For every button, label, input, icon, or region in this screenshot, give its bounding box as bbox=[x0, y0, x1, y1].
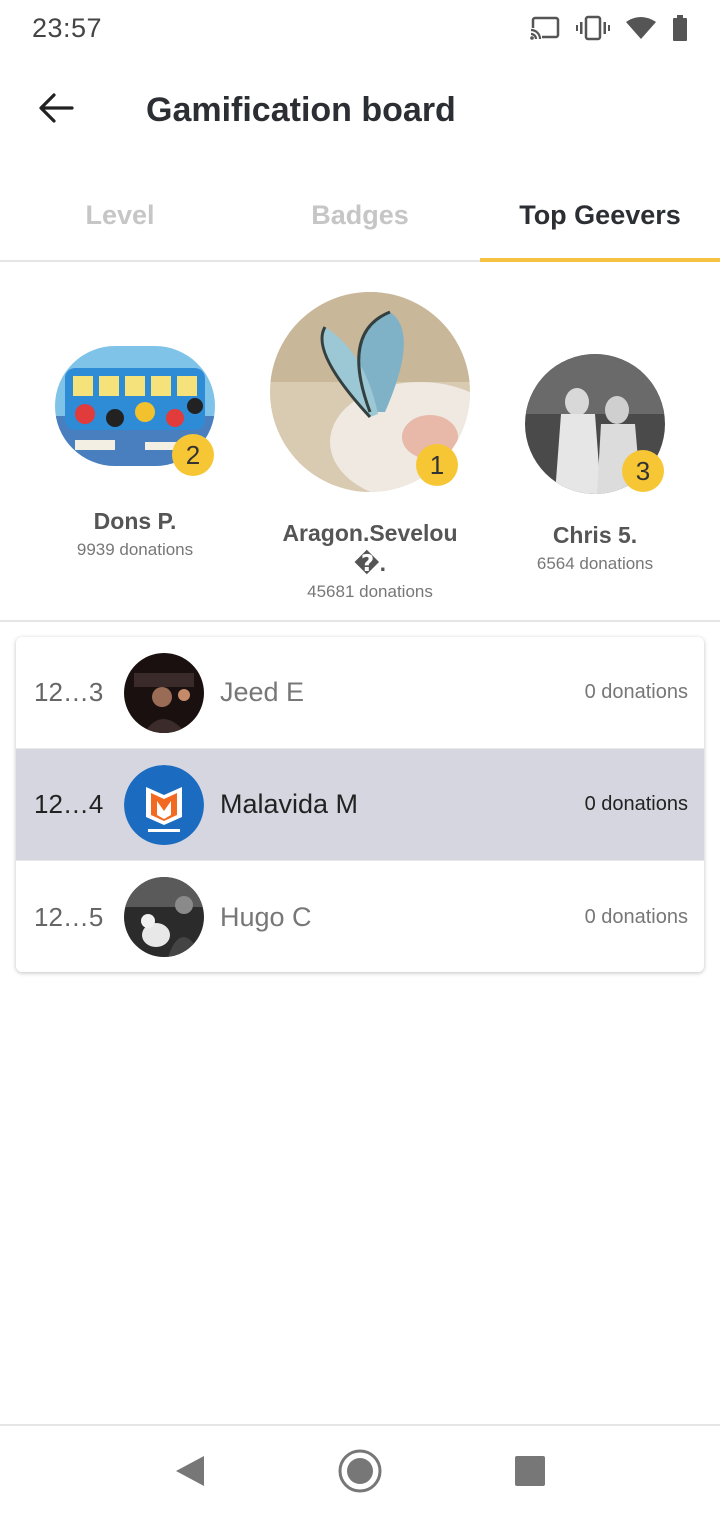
tab-level[interactable]: Level bbox=[0, 170, 240, 260]
back-triangle-icon bbox=[174, 1454, 206, 1493]
avatar bbox=[124, 652, 204, 733]
podium-donations: 6564 donations bbox=[536, 554, 654, 573]
tab-bar: Level Badges Top Geevers bbox=[0, 170, 720, 262]
avatar bbox=[124, 764, 204, 845]
podium-name: Aragon.Sevelou �. bbox=[282, 520, 458, 576]
list-item-position: 12…3 bbox=[34, 677, 104, 707]
avatar bbox=[124, 877, 204, 957]
list-item[interactable]: 12…3 Jeed E 0 donations bbox=[16, 637, 704, 749]
podium-second[interactable]: 2 Dons P. 9939 donations bbox=[40, 346, 230, 560]
system-nav-bar bbox=[0, 1424, 720, 1520]
podium-donations: 45681 donations bbox=[307, 582, 433, 601]
list-item-name: Jeed E bbox=[220, 677, 305, 707]
page-title: Gamification board bbox=[146, 90, 456, 129]
podium-name: Dons P. bbox=[93, 508, 177, 534]
status-icons bbox=[530, 15, 688, 41]
recents-square-icon bbox=[514, 1455, 546, 1492]
status-time: 23:57 bbox=[32, 12, 103, 43]
battery-icon bbox=[672, 15, 688, 41]
podium-first[interactable]: 1 Aragon.Sevelou �. 45681 donations bbox=[260, 292, 480, 602]
podium-name: Chris 5. bbox=[552, 522, 638, 548]
nav-recents-button[interactable] bbox=[500, 1443, 560, 1503]
back-button[interactable] bbox=[26, 80, 86, 140]
tab-top-geevers[interactable]: Top Geevers bbox=[480, 170, 720, 262]
status-bar: 23:57 bbox=[0, 0, 720, 56]
tab-badges[interactable]: Badges bbox=[240, 170, 480, 260]
app-bar: Gamification board bbox=[0, 70, 720, 150]
list-item-donations: 0 donations bbox=[584, 793, 688, 815]
nav-home-button[interactable] bbox=[330, 1443, 390, 1503]
list-item[interactable]: 12…5 Hugo C 0 donations bbox=[16, 861, 704, 972]
list-item-name: Hugo C bbox=[220, 901, 312, 932]
podium-donations: 9939 donations bbox=[76, 540, 194, 559]
list-item-donations: 0 donations bbox=[584, 905, 688, 928]
nav-back-button[interactable] bbox=[160, 1443, 220, 1503]
arrow-left-icon bbox=[38, 92, 74, 129]
list-item-name: Malavida M bbox=[220, 789, 359, 819]
cast-icon bbox=[530, 16, 560, 40]
rank-badge: 3 bbox=[622, 450, 664, 492]
screen: 23:57 Gamification board Level Badges To… bbox=[0, 0, 720, 1520]
podium-third[interactable]: 3 Chris 5. 6564 donations bbox=[500, 354, 690, 574]
vibrate-icon bbox=[576, 15, 610, 41]
list-item-donations: 0 donations bbox=[584, 681, 688, 703]
wifi-icon bbox=[626, 16, 656, 40]
list-item-position: 12…5 bbox=[34, 901, 104, 932]
list-item-position: 12…4 bbox=[34, 789, 104, 819]
leaderboard-list: 12…3 Jeed E 0 donations 12…4 Malavida M … bbox=[16, 637, 704, 972]
list-item-current-user[interactable]: 12…4 Malavida M 0 donations bbox=[16, 749, 704, 861]
home-circle-icon bbox=[337, 1448, 383, 1499]
rank-badge: 1 bbox=[416, 444, 458, 486]
rank-badge: 2 bbox=[172, 434, 214, 476]
podium: 2 Dons P. 9939 donations 1 Aragon.Sevelo… bbox=[0, 262, 720, 622]
